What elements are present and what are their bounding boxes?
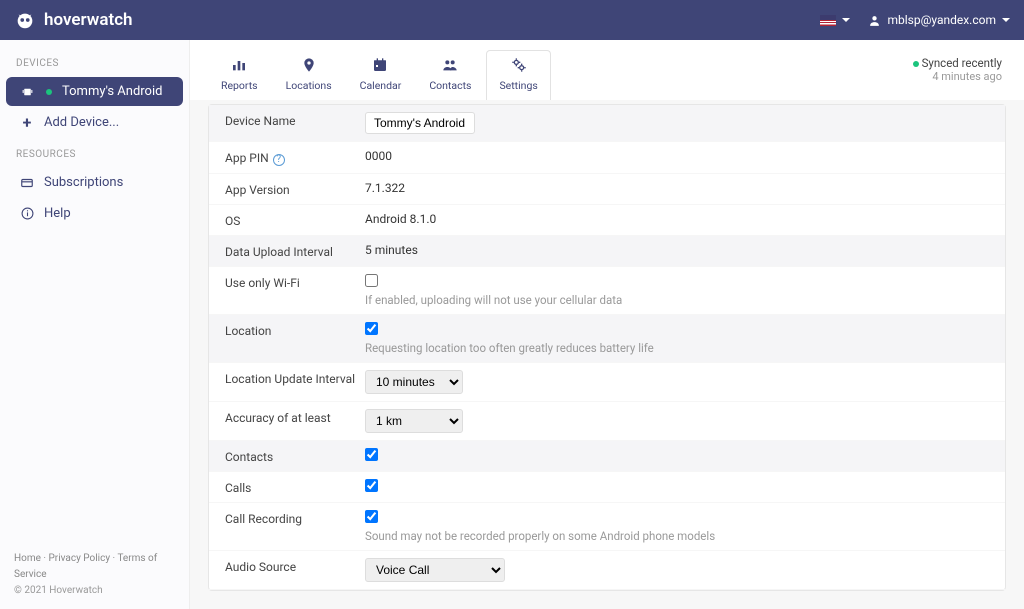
sidebar-resources-label: RESOURCES — [0, 147, 189, 166]
row-audio-source: Audio Source Voice Call — [209, 551, 1005, 590]
settings-panel: Device Name App PIN? 0000 App Version 7.… — [208, 104, 1006, 591]
row-call-recording: Call Recording Sound may not be recorded… — [209, 503, 1005, 551]
value-app-pin: 0000 — [365, 149, 989, 163]
tab-label: Settings — [499, 79, 537, 92]
tab-label: Reports — [221, 79, 258, 92]
gear-icon — [511, 57, 527, 76]
value-app-version: 7.1.322 — [365, 181, 989, 195]
device-name-input[interactable] — [365, 112, 475, 134]
language-selector[interactable] — [820, 15, 850, 26]
label-audio-source: Audio Source — [225, 558, 365, 574]
calendar-icon — [372, 57, 388, 76]
label-os: OS — [225, 212, 365, 228]
label-contacts: Contacts — [225, 448, 365, 464]
add-device-label: Add Device... — [44, 115, 119, 130]
sidebar-subscriptions[interactable]: Subscriptions — [6, 168, 183, 197]
user-email: mblsp@yandex.com — [887, 13, 996, 27]
sidebar-help[interactable]: Help — [6, 199, 183, 228]
tab-label: Calendar — [360, 79, 402, 92]
topbar: hoverwatch mblsp@yandex.com — [0, 0, 1024, 40]
row-wifi: Use only Wi-Fi If enabled, uploading wil… — [209, 267, 1005, 315]
hint-wifi: If enabled, uploading will not use your … — [365, 293, 989, 307]
plus-icon: + — [20, 116, 34, 130]
info-icon — [20, 207, 34, 221]
accuracy-select[interactable]: 1 km — [365, 409, 463, 433]
row-os: OS Android 8.1.0 — [209, 205, 1005, 236]
people-icon — [442, 57, 458, 76]
copyright: © 2021 Hoverwatch — [14, 583, 189, 599]
label-upload-interval: Data Upload Interval — [225, 243, 365, 259]
status-dot-icon — [46, 89, 52, 95]
footer-privacy-link[interactable]: Privacy Policy — [49, 553, 111, 564]
brand-name: hoverwatch — [44, 10, 133, 30]
tab-settings[interactable]: Settings — [486, 50, 550, 100]
row-device-name: Device Name — [209, 105, 1005, 142]
tab-reports[interactable]: Reports — [208, 50, 271, 100]
status-dot-icon — [913, 61, 919, 67]
location-checkbox[interactable] — [365, 322, 378, 335]
android-icon — [20, 85, 34, 99]
card-icon — [20, 176, 34, 190]
tabs: Reports Locations Calendar Contacts Sett… — [190, 40, 1024, 100]
hint-location: Requesting location too often greatly re… — [365, 341, 989, 355]
row-location: Location Requesting location too often g… — [209, 315, 1005, 363]
wifi-checkbox[interactable] — [365, 274, 378, 287]
label-app-version: App Version — [225, 181, 365, 197]
label-call-rec: Call Recording — [225, 510, 365, 526]
user-icon — [868, 14, 881, 27]
row-app-pin: App PIN? 0000 — [209, 142, 1005, 174]
tab-contacts[interactable]: Contacts — [416, 50, 484, 100]
contacts-checkbox[interactable] — [365, 448, 378, 461]
sidebar-device-tommy[interactable]: Tommy's Android — [6, 77, 183, 106]
sidebar-devices-label: DEVICES — [0, 56, 189, 75]
value-os: Android 8.1.0 — [365, 212, 989, 226]
row-loc-interval: Location Update Interval 10 minutes — [209, 363, 1005, 402]
status-line1: Synced recently — [922, 56, 1002, 70]
hint-call-rec: Sound may not be recorded properly on so… — [365, 529, 989, 543]
row-app-version: App Version 7.1.322 — [209, 174, 1005, 205]
value-upload-interval: 5 minutes — [365, 243, 989, 257]
label-wifi: Use only Wi-Fi — [225, 274, 365, 290]
tab-locations[interactable]: Locations — [273, 50, 345, 100]
label-device-name: Device Name — [225, 112, 365, 128]
chevron-down-icon — [842, 18, 850, 22]
subscriptions-label: Subscriptions — [44, 175, 123, 190]
status-line2: 4 minutes ago — [911, 70, 1002, 83]
device-name: Tommy's Android — [62, 84, 162, 99]
audio-source-select[interactable]: Voice Call — [365, 558, 505, 582]
row-contacts: Contacts — [209, 441, 1005, 472]
sidebar: DEVICES Tommy's Android + Add Device... … — [0, 40, 190, 609]
owl-icon — [14, 9, 36, 31]
label-accuracy: Accuracy of at least — [225, 409, 365, 425]
call-rec-checkbox[interactable] — [365, 510, 378, 523]
row-calls: Calls — [209, 472, 1005, 503]
tab-label: Contacts — [429, 79, 471, 92]
row-accuracy: Accuracy of at least 1 km — [209, 402, 1005, 441]
main-content: Reports Locations Calendar Contacts Sett… — [190, 40, 1024, 609]
loc-interval-select[interactable]: 10 minutes — [365, 370, 463, 394]
label-location: Location — [225, 322, 365, 338]
row-upload-interval: Data Upload Interval 5 minutes — [209, 236, 1005, 267]
pin-icon — [301, 57, 317, 76]
footer-home-link[interactable]: Home — [14, 553, 41, 564]
label-app-pin: App PIN — [225, 151, 269, 165]
help-label: Help — [44, 206, 71, 221]
sync-status: Synced recently 4 minutes ago — [907, 50, 1006, 89]
label-calls: Calls — [225, 479, 365, 495]
tab-label: Locations — [286, 79, 332, 92]
help-icon[interactable]: ? — [273, 154, 285, 166]
logo[interactable]: hoverwatch — [14, 9, 133, 31]
calls-checkbox[interactable] — [365, 479, 378, 492]
user-menu[interactable]: mblsp@yandex.com — [868, 13, 1010, 27]
chevron-down-icon — [1002, 18, 1010, 22]
label-loc-interval: Location Update Interval — [225, 370, 365, 386]
sidebar-footer: Home · Privacy Policy · Terms of Service… — [14, 551, 189, 599]
tab-calendar[interactable]: Calendar — [347, 50, 415, 100]
flag-us-icon — [820, 15, 836, 26]
sidebar-add-device[interactable]: + Add Device... — [6, 108, 183, 137]
chart-icon — [231, 57, 247, 76]
